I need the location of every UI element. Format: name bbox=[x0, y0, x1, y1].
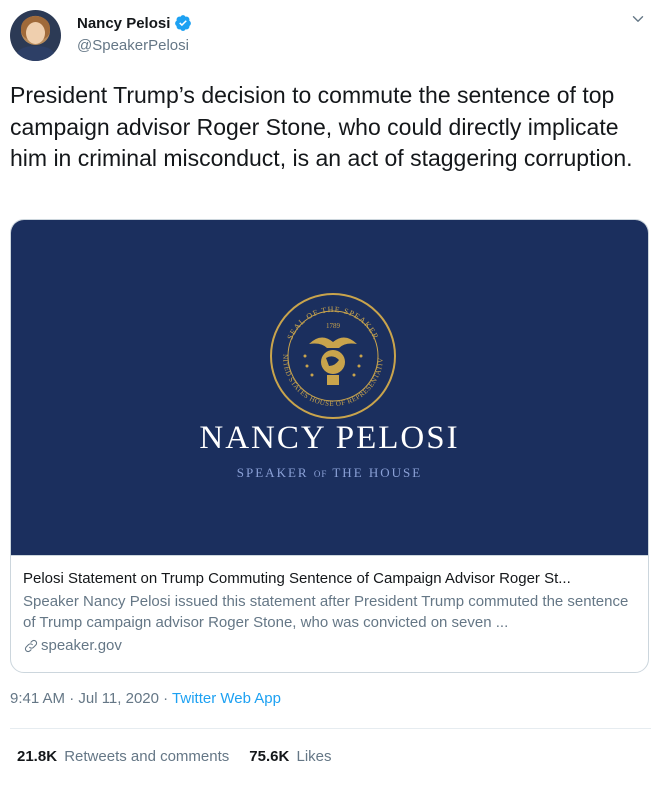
handle[interactable]: @SpeakerPelosi bbox=[77, 37, 192, 54]
source-app-link[interactable]: Twitter Web App bbox=[172, 690, 281, 707]
speaker-seal-icon: SEAL OF THE SPEAKER UNITED STATES HOUSE … bbox=[269, 292, 396, 419]
tweet-timestamp[interactable]: 9:41 AM · Jul 11, 2020 · bbox=[10, 690, 172, 707]
tweet-text: President Trump’s decision to commute th… bbox=[10, 82, 633, 171]
author-names: Nancy Pelosi @SpeakerPelosi bbox=[77, 12, 192, 54]
card-description: Speaker Nancy Pelosi issued this stateme… bbox=[23, 593, 629, 631]
likes-stat[interactable]: 75.6K Likes bbox=[249, 748, 331, 765]
card-domain[interactable]: speaker.gov bbox=[23, 635, 636, 656]
retweets-stat[interactable]: 21.8K Retweets and comments bbox=[17, 748, 229, 765]
retweets-count: 21.8K bbox=[17, 748, 58, 765]
display-name[interactable]: Nancy Pelosi bbox=[77, 15, 170, 32]
svg-text:1789: 1789 bbox=[326, 322, 341, 330]
card-image-title: NANCY PELOSI bbox=[199, 420, 460, 456]
card-body[interactable]: Pelosi Statement on Trump Commuting Sent… bbox=[11, 555, 648, 656]
card-domain-text[interactable]: speaker.gov bbox=[41, 635, 122, 656]
link-card[interactable]: SEAL OF THE SPEAKER UNITED STATES HOUSE … bbox=[10, 219, 649, 673]
likes-label: Likes bbox=[296, 748, 332, 765]
retweets-label: Retweets and comments bbox=[64, 748, 230, 765]
tweet-stats: 21.8K Retweets and comments 75.6K Likes bbox=[17, 748, 352, 765]
tweet-header: Nancy Pelosi @SpeakerPelosi bbox=[10, 8, 651, 61]
verified-badge-icon bbox=[175, 15, 192, 31]
card-image[interactable]: SEAL OF THE SPEAKER UNITED STATES HOUSE … bbox=[11, 220, 648, 555]
tweet: Nancy Pelosi @SpeakerPelosi President Tr… bbox=[0, 0, 661, 785]
card-headline[interactable]: Pelosi Statement on Trump Commuting Sent… bbox=[23, 569, 636, 589]
chevron-down-icon[interactable] bbox=[629, 10, 647, 28]
divider bbox=[10, 728, 651, 729]
link-icon bbox=[24, 639, 38, 652]
tweet-meta: 9:41 AM · Jul 11, 2020 · Twitter Web App bbox=[10, 690, 281, 707]
avatar[interactable] bbox=[10, 10, 61, 61]
card-image-subtitle: SPEAKER OF THE HOUSE bbox=[236, 465, 423, 480]
likes-count: 75.6K bbox=[249, 748, 290, 765]
